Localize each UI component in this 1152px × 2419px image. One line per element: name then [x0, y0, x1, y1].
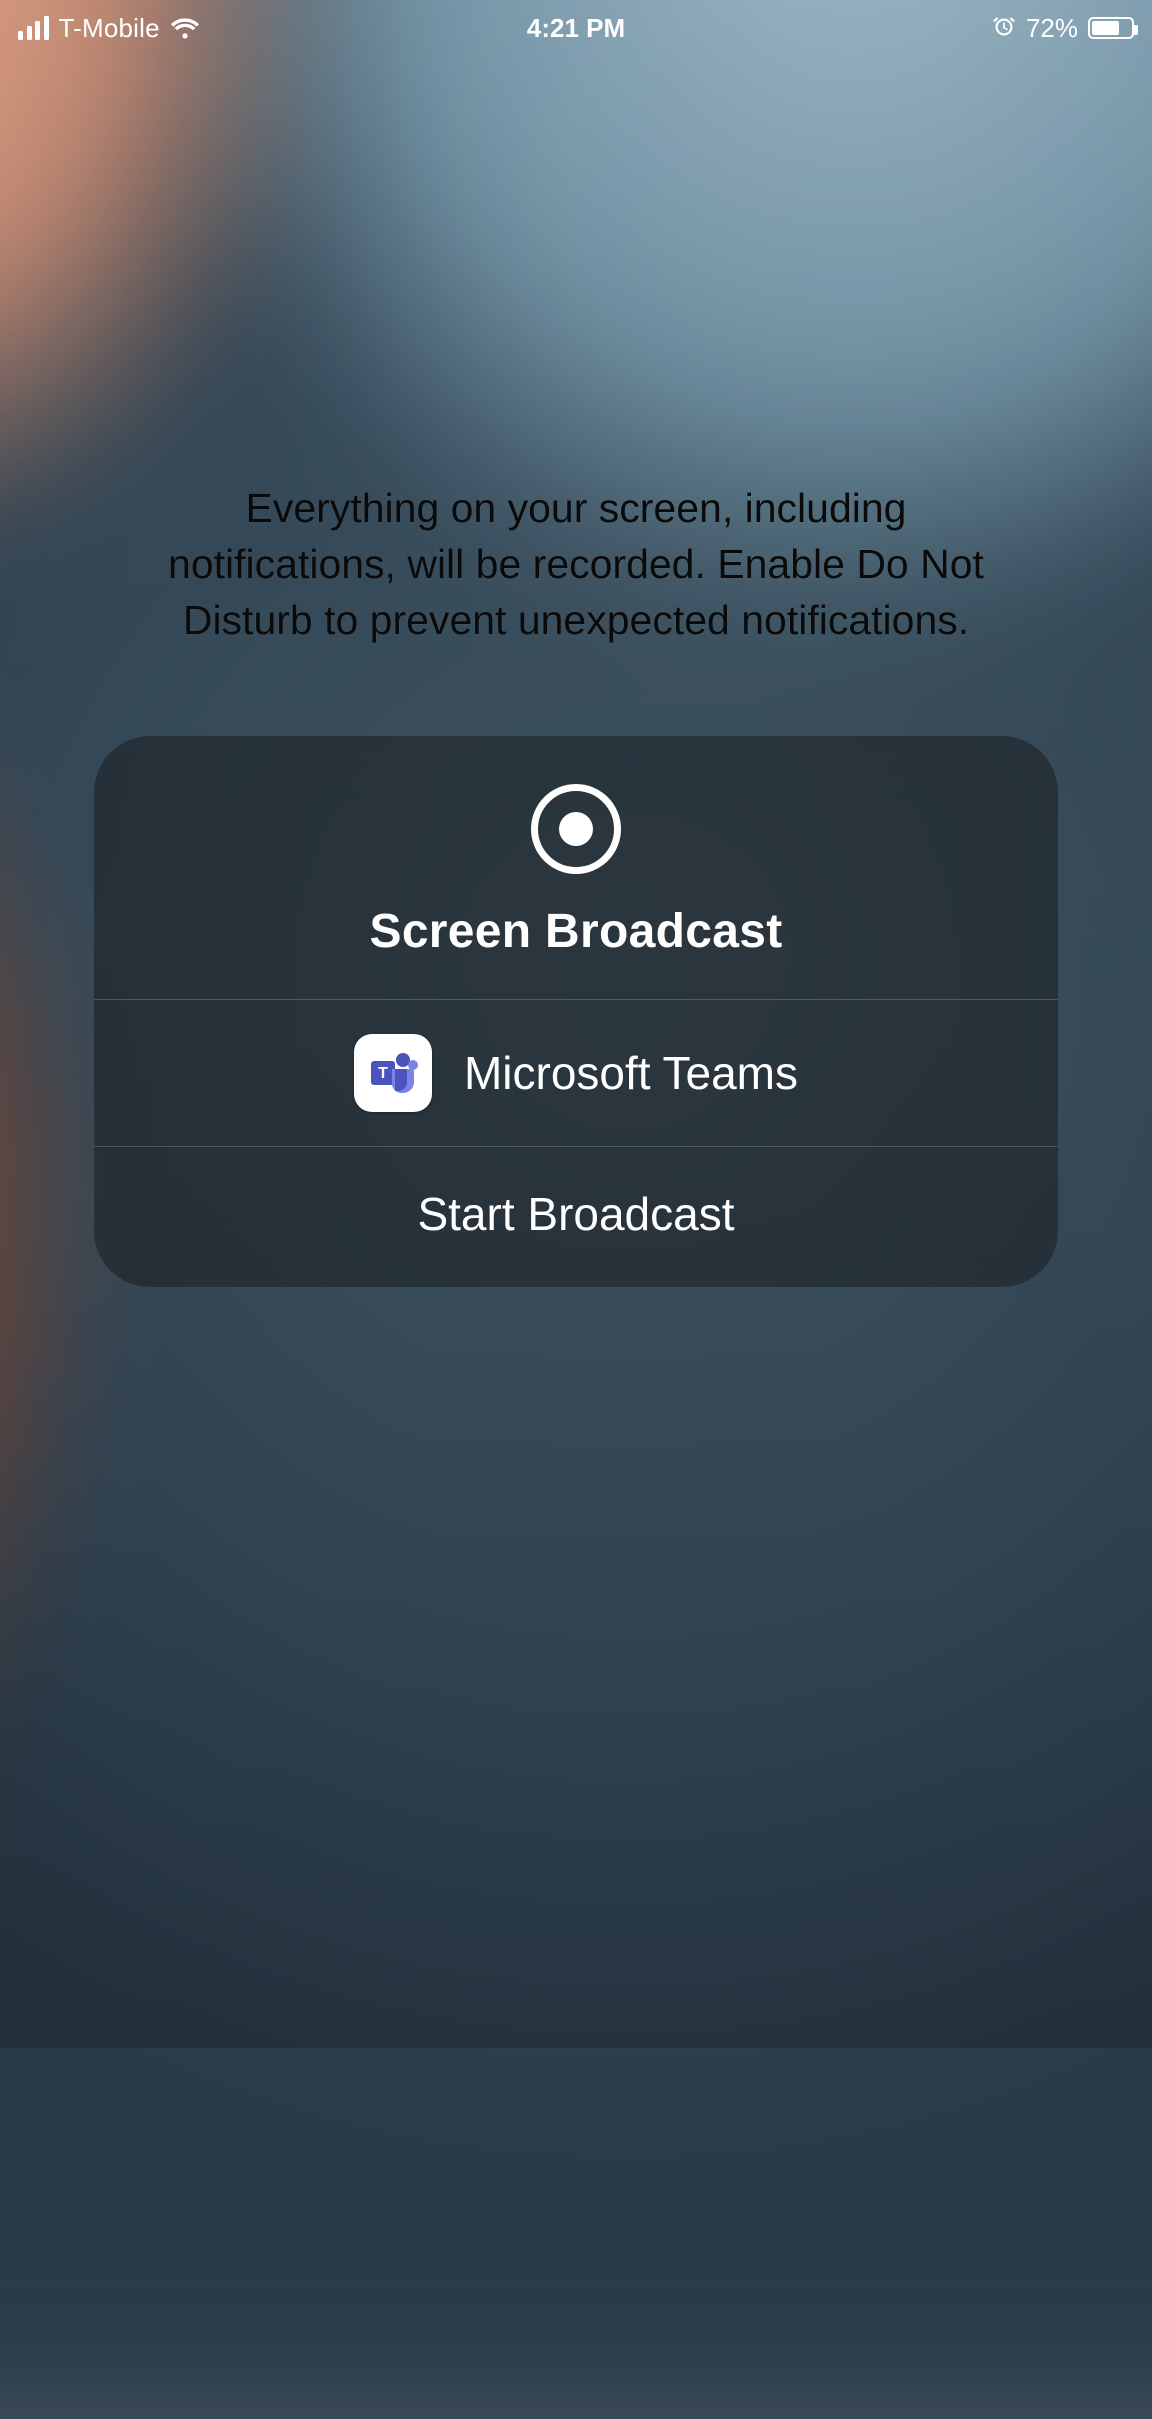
broadcast-app-row[interactable]: T Microsoft Teams: [94, 1000, 1058, 1147]
start-broadcast-label: Start Broadcast: [417, 1187, 734, 1241]
record-dot-icon: [559, 812, 593, 846]
wifi-icon: [170, 17, 200, 39]
cellular-signal-icon: [18, 16, 49, 40]
broadcast-sheet: Screen Broadcast T Microsoft Teams Start…: [94, 736, 1058, 1287]
status-right: 72%: [992, 13, 1134, 44]
record-icon: [531, 784, 621, 874]
clock-time: 4:21 PM: [527, 13, 625, 44]
battery-icon: [1088, 17, 1134, 39]
carrier-label: T-Mobile: [59, 13, 160, 44]
status-left: T-Mobile: [18, 13, 200, 44]
battery-fill: [1092, 21, 1119, 35]
alarm-icon: [992, 16, 1016, 40]
status-bar: T-Mobile 4:21 PM 72%: [0, 0, 1152, 56]
battery-percent: 72%: [1026, 13, 1078, 44]
sheet-title: Screen Broadcast: [370, 904, 783, 959]
broadcast-app-label: Microsoft Teams: [464, 1046, 798, 1100]
svg-text:T: T: [378, 1065, 388, 1082]
sheet-header: Screen Broadcast: [94, 736, 1058, 1000]
broadcast-warning-text: Everything on your screen, including not…: [166, 480, 986, 648]
teams-icon: T: [354, 1034, 432, 1112]
start-broadcast-button[interactable]: Start Broadcast: [94, 1147, 1058, 1287]
